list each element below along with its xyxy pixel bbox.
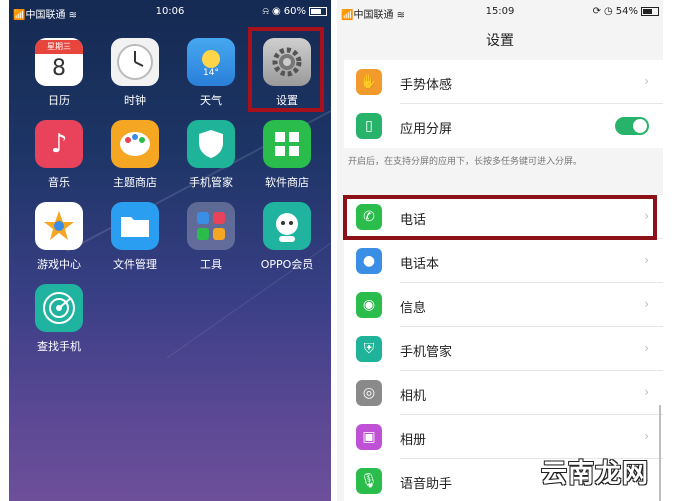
camera-icon: ◎: [356, 380, 382, 406]
battery-percent: 60%: [283, 6, 306, 17]
weather-icon: 14°: [187, 38, 235, 86]
shield-icon: ⛨: [356, 336, 382, 362]
status-right: ⟳ ◷ 54%: [593, 6, 659, 17]
app-label: 天气: [200, 94, 222, 107]
app-label: 查找手机: [37, 340, 81, 353]
app-label: 软件商店: [265, 176, 309, 189]
battery-percent: 54%: [615, 6, 638, 17]
app-label: OPPO会员: [260, 258, 314, 271]
settings-item-label: 相机: [400, 389, 427, 404]
split-screen-note: 开启后，在支持分屏的应用下，长按多任务键可进入分屏。: [348, 157, 583, 167]
shield-icon: [187, 120, 235, 168]
scrollbar[interactable]: [659, 405, 661, 501]
app-label: 游戏中心: [37, 258, 81, 271]
gesture-hand-icon: ✋: [356, 69, 382, 95]
settings-item-label: 信息: [400, 301, 427, 316]
message-icon: ◉: [356, 292, 382, 318]
radar-icon: [35, 284, 83, 332]
chevron-right-icon: ›: [644, 429, 649, 443]
settings-item-label: 语音助手: [400, 477, 453, 492]
sync-icon: ⟳: [592, 6, 602, 17]
gallery-icon: ▣: [356, 424, 382, 450]
app-store-icon: [263, 120, 311, 168]
app-label: 时钟: [124, 94, 146, 107]
weather-temp: 14°: [203, 68, 219, 78]
app-label: 文件管理: [113, 258, 157, 271]
calendar-weekday: 星期三: [35, 40, 83, 54]
settings-item-camera[interactable]: ◎ 相机 ›: [344, 371, 663, 415]
app-theme-store[interactable]: 主题商店: [99, 120, 171, 200]
mute-icon: ⍾: [262, 6, 270, 17]
game-star-icon: [35, 202, 83, 250]
app-oppo-member[interactable]: OPPO会员: [251, 202, 323, 282]
split-screen-toggle[interactable]: [615, 117, 649, 135]
settings-item-contacts[interactable]: ● 电话本 ›: [344, 239, 663, 283]
settings-item-label: 电话本: [400, 257, 440, 272]
app-label: 工具: [200, 258, 222, 271]
app-software-store[interactable]: 软件商店: [251, 120, 323, 200]
settings-item-phone-manager[interactable]: ⛨ 手机管家 ›: [344, 327, 663, 371]
watermark: 云南龙网: [541, 459, 650, 489]
split-screen-icon: ▯: [356, 113, 382, 139]
member-avatar-icon: [263, 202, 311, 250]
contacts-icon: ●: [356, 248, 382, 274]
settings-item-label: 相册: [400, 433, 427, 448]
settings-item-label: 手机管家: [400, 345, 453, 360]
app-game-center[interactable]: 游戏中心: [23, 202, 95, 282]
app-file-manager[interactable]: 文件管理: [99, 202, 171, 282]
app-find-phone[interactable]: 查找手机: [23, 284, 95, 364]
chevron-right-icon: ›: [644, 253, 649, 267]
settings-item-label: 应用分屏: [400, 122, 453, 137]
app-weather[interactable]: 14° 天气: [175, 38, 247, 118]
app-calendar[interactable]: 星期三 8 日历: [23, 38, 95, 118]
app-label: 日历: [48, 94, 70, 107]
sun-icon: [202, 50, 220, 68]
status-bar: 📶中国联通 ≋ 10:06 ⍾ ◉ 60%: [9, 0, 331, 24]
tools-folder-icon: [187, 202, 235, 250]
folder-icon: [111, 202, 159, 250]
battery-icon: [309, 7, 327, 16]
app-label: 手机管家: [189, 176, 233, 189]
alarm-icon: ◷: [604, 6, 613, 17]
chevron-right-icon: ›: [644, 297, 649, 311]
chevron-right-icon: ›: [644, 341, 649, 355]
app-clock[interactable]: 时钟: [99, 38, 171, 118]
battery-icon: [641, 7, 659, 16]
settings-screen: 📶中国联通 ≋ 15:09 ⟳ ◷ 54% 设置 ✋ 手势体感 › ▯ 应用分屏…: [337, 0, 663, 501]
chevron-right-icon: ›: [644, 74, 649, 88]
screenshot-composite: 📶中国联通 ≋ 10:06 ⍾ ◉ 60% 星期三 8 日历 时钟 14° 天气…: [0, 0, 676, 501]
status-bar: 📶中国联通 ≋ 15:09 ⟳ ◷ 54%: [337, 0, 663, 24]
app-phone-manager[interactable]: 手机管家: [175, 120, 247, 200]
app-tools[interactable]: 工具: [175, 202, 247, 282]
status-right: ⍾ ◉ 60%: [262, 6, 327, 17]
highlight-box-settings-app: [248, 27, 324, 112]
settings-item-split-screen[interactable]: ▯ 应用分屏: [344, 104, 663, 148]
alarm-icon: ◉: [272, 6, 281, 17]
chevron-right-icon: ›: [644, 385, 649, 399]
settings-item-label: 手势体感: [400, 78, 453, 93]
music-note-icon: ♪: [35, 120, 83, 168]
app-label: 主题商店: [113, 176, 157, 189]
palette-icon: [111, 120, 159, 168]
highlight-box-phone-setting: [343, 195, 657, 240]
microphone-icon: 🎙: [356, 468, 382, 494]
page-title: 设置: [486, 33, 514, 49]
calendar-day: 8: [52, 56, 66, 81]
settings-item-gesture[interactable]: ✋ 手势体感 ›: [344, 60, 663, 104]
calendar-icon: 星期三 8: [35, 38, 83, 86]
app-music[interactable]: ♪ 音乐: [23, 120, 95, 200]
clock-icon: [111, 38, 159, 86]
settings-item-messages[interactable]: ◉ 信息 ›: [344, 283, 663, 327]
app-label: 音乐: [48, 176, 70, 189]
